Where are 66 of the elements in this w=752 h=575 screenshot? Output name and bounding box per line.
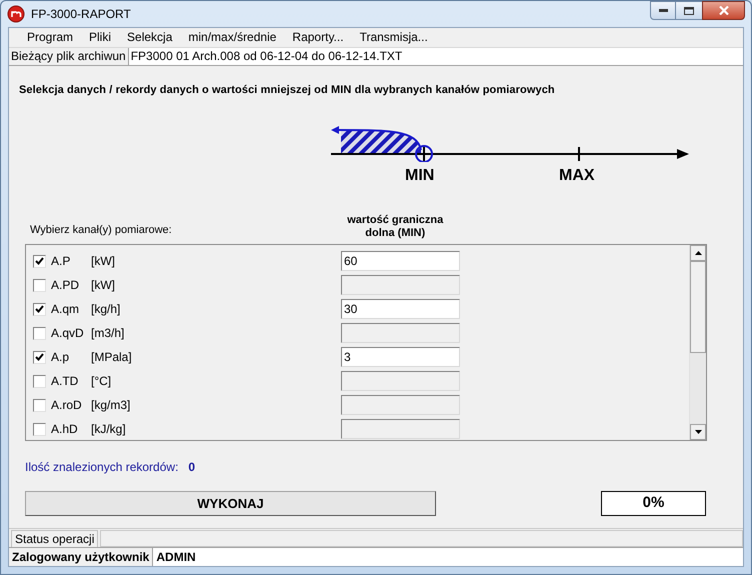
menu-item[interactable]: Raporty... [284, 28, 352, 46]
archive-path-field: FP3000 01 Arch.008 od 06-12-04 do 06-12-14.TXT [128, 48, 743, 64]
status-tab[interactable]: Status operacji [11, 530, 98, 547]
channel-unit: [kg/m3] [91, 397, 132, 414]
checkbox[interactable] [33, 374, 46, 388]
limit-input-field[interactable]: 30 [341, 299, 460, 319]
checkbox[interactable] [33, 302, 46, 316]
menu-item[interactable]: Transmisja... [352, 28, 436, 46]
checkbox[interactable] [33, 254, 46, 268]
limit-input-field[interactable] [341, 275, 460, 295]
channel-name: A.qm [51, 301, 80, 318]
channel-unit: [kJ/kg] [91, 421, 127, 438]
channel-unit: [kW] [91, 277, 116, 294]
channel-unit: [°C] [91, 373, 112, 390]
menu-item[interactable]: Program [19, 28, 82, 46]
channel-unit: [m3/h] [91, 325, 126, 342]
checkbox[interactable] [33, 398, 46, 412]
minimize-button[interactable] [650, 1, 676, 20]
menu-item[interactable]: Selekcja [119, 28, 180, 46]
limit-input-field[interactable] [341, 395, 460, 415]
max-label: MAX [559, 166, 595, 186]
maximize-button[interactable] [676, 1, 702, 20]
close-button[interactable] [702, 1, 745, 20]
checkbox[interactable] [33, 422, 46, 436]
limit-input-field[interactable] [341, 419, 460, 439]
limit-input-field[interactable]: 3 [341, 347, 460, 367]
progress-field: 0% [601, 491, 706, 516]
limit-input-field[interactable]: 60 [341, 251, 460, 271]
channels-label: Wybierz kanał(y) pomiarowe: [30, 222, 172, 238]
app-logo-icon [7, 4, 25, 23]
user-field: ADMIN [152, 548, 743, 566]
user-label: Zalogowany użytkownik [11, 549, 150, 566]
section-heading: Selekcja danych / rekordy danych o wartości mniejszej od MIN dla wybranych kanałów pomiarowych [19, 82, 556, 98]
channel-unit: [kW] [91, 253, 116, 270]
scroll-thumb[interactable] [690, 261, 706, 353]
menu-item[interactable]: Pliki [81, 28, 120, 46]
checkbox[interactable] [33, 326, 46, 340]
menu-item[interactable]: min/max/średnie [180, 28, 284, 46]
checkbox[interactable] [33, 350, 46, 364]
channel-name: A.qvD [51, 325, 85, 342]
checkbox[interactable] [33, 278, 46, 292]
limit-input-field[interactable] [341, 323, 460, 343]
channel-name: A.PD [51, 277, 80, 294]
scrollbar[interactable] [689, 245, 706, 440]
channel-unit: [kg/h] [91, 301, 122, 318]
close-icon [718, 6, 728, 15]
channel-name: A.hD [51, 421, 79, 438]
scroll-up-button[interactable] [690, 245, 706, 261]
records-label: Ilość znalezionych rekordów: [25, 459, 178, 476]
limit-input-field[interactable] [341, 371, 460, 391]
scroll-down-button[interactable] [690, 424, 706, 440]
channel-unit: [MPala] [91, 349, 133, 366]
minimize-icon [658, 9, 668, 12]
archive-label: Bieżący plik archiwun [9, 48, 129, 64]
channel-name: A.P [51, 253, 72, 270]
maximize-icon [684, 6, 694, 14]
records-count: 0 [188, 459, 196, 476]
channel-name: A.TD [51, 373, 80, 390]
run-button[interactable]: WYKONAJ [25, 491, 436, 516]
channel-name: A.roD [51, 397, 83, 414]
up-arrow-icon [694, 251, 702, 255]
channel-name: A.p [51, 349, 70, 366]
window-title: FP-3000-RAPORT [31, 6, 131, 23]
min-label: MIN [405, 166, 434, 186]
column-heading: wartość graniczna dolna (MIN) [346, 214, 444, 240]
down-arrow-icon [694, 430, 702, 434]
